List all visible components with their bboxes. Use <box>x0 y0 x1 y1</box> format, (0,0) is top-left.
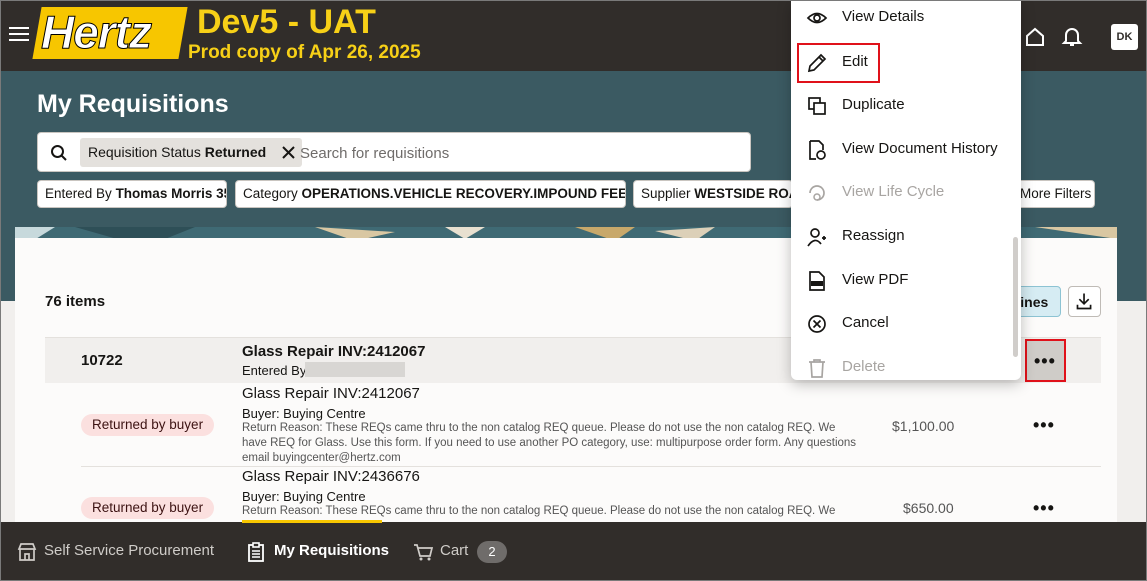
line-divider <box>81 466 1101 467</box>
chip-value: Returned <box>204 144 267 160</box>
menu-edit[interactable]: Edit <box>797 43 880 83</box>
hamburger-menu-icon[interactable] <box>9 27 29 45</box>
nav-cart[interactable]: Cart <box>440 542 468 559</box>
menu-cancel[interactable]: Cancel <box>791 304 1011 344</box>
bell-icon[interactable] <box>1061 25 1083 47</box>
store-icon <box>17 543 37 561</box>
status-filter-chip[interactable]: Requisition Status Returned <box>80 138 303 167</box>
search-bar[interactable]: Requisition Status Returned <box>37 132 751 172</box>
requisition-name[interactable]: Glass Repair INV:2412067 <box>242 343 425 360</box>
close-icon[interactable] <box>281 145 296 160</box>
cart-icon <box>414 544 434 561</box>
cart-count-badge: 2 <box>477 541 507 563</box>
chip-label: Requisition Status <box>88 144 201 160</box>
cancel-icon <box>808 315 826 333</box>
row-actions-menu: View Details Edit Duplicate View Documen… <box>791 1 1021 380</box>
filter-supplier[interactable]: Supplier WESTSIDE ROAD <box>633 180 793 208</box>
duplicate-icon <box>808 97 826 115</box>
environment-title: Dev5 - UAT <box>197 3 376 41</box>
active-tab-indicator <box>242 520 382 523</box>
line-amount: $650.00 <box>903 500 954 516</box>
more-icon: ••• <box>1034 351 1056 371</box>
redacted-name <box>305 362 405 377</box>
status-badge: Returned by buyer <box>81 497 215 519</box>
search-input[interactable] <box>300 141 720 165</box>
line-return-reason: Return Reason: These REQs came thru to t… <box>242 505 836 517</box>
line-return-reason: Return Reason: These REQs came thru to t… <box>242 422 857 464</box>
menu-view-life-cycle: View Life Cycle <box>791 173 1011 213</box>
filter-category[interactable]: Category OPERATIONS.VEHICLE RECOVERY.IMP… <box>235 180 626 208</box>
nav-self-service-procurement[interactable]: Self Service Procurement <box>44 542 214 559</box>
line-actions-button[interactable]: ••• <box>1033 499 1055 519</box>
download-button[interactable] <box>1068 286 1101 317</box>
document-history-icon <box>809 140 826 160</box>
menu-reassign[interactable]: Reassign <box>791 217 1011 257</box>
items-count: 76 items <box>45 293 106 310</box>
menu-view-document-history[interactable]: View Document History <box>791 130 1011 170</box>
entered-by-label: Entered By <box>242 363 307 378</box>
line-amount: $1,100.00 <box>892 418 955 434</box>
requisition-id[interactable]: 10722 <box>81 352 123 369</box>
pdf-icon <box>809 271 825 291</box>
menu-delete: Delete <box>791 348 1011 388</box>
status-badge: Returned by buyer <box>81 414 215 436</box>
line-actions-button[interactable]: ••• <box>1033 416 1055 436</box>
row-actions-button[interactable]: ••• <box>1025 339 1066 382</box>
line-title[interactable]: Glass Repair INV:2412067 <box>242 385 420 402</box>
hertz-logo: Hertz <box>40 6 152 59</box>
clipboard-icon <box>248 542 264 562</box>
line-title[interactable]: Glass Repair INV:2436676 <box>242 468 420 485</box>
page-title: My Requisitions <box>37 90 229 118</box>
life-cycle-icon <box>809 185 825 201</box>
menu-scrollbar[interactable] <box>1013 237 1018 357</box>
line-buyer: Buyer: Buying Centre <box>242 406 366 421</box>
eye-icon <box>806 12 828 24</box>
search-icon[interactable] <box>50 144 68 162</box>
menu-view-pdf[interactable]: View PDF <box>791 261 1011 301</box>
user-avatar[interactable]: DK <box>1111 24 1138 50</box>
filter-entered-by[interactable]: Entered By Thomas Morris 35 <box>37 180 227 208</box>
menu-view-details[interactable]: View Details <box>791 1 1011 38</box>
download-icon <box>1076 293 1092 310</box>
more-icon: ••• <box>1033 415 1055 435</box>
more-filters-button[interactable]: More Filters <box>1012 180 1095 208</box>
app-frame: Hertz Dev5 - UAT Prod copy of Apr 26, 20… <box>0 0 1147 581</box>
menu-duplicate[interactable]: Duplicate <box>791 86 1011 126</box>
environment-subtitle: Prod copy of Apr 26, 2025 <box>188 42 421 63</box>
more-icon: ••• <box>1033 498 1055 518</box>
line-buyer: Buyer: Buying Centre <box>242 489 366 504</box>
reassign-icon <box>807 228 826 247</box>
pencil-icon <box>807 53 827 73</box>
home-icon[interactable] <box>1024 26 1046 48</box>
nav-my-requisitions[interactable]: My Requisitions <box>274 542 389 559</box>
trash-icon <box>809 359 825 378</box>
